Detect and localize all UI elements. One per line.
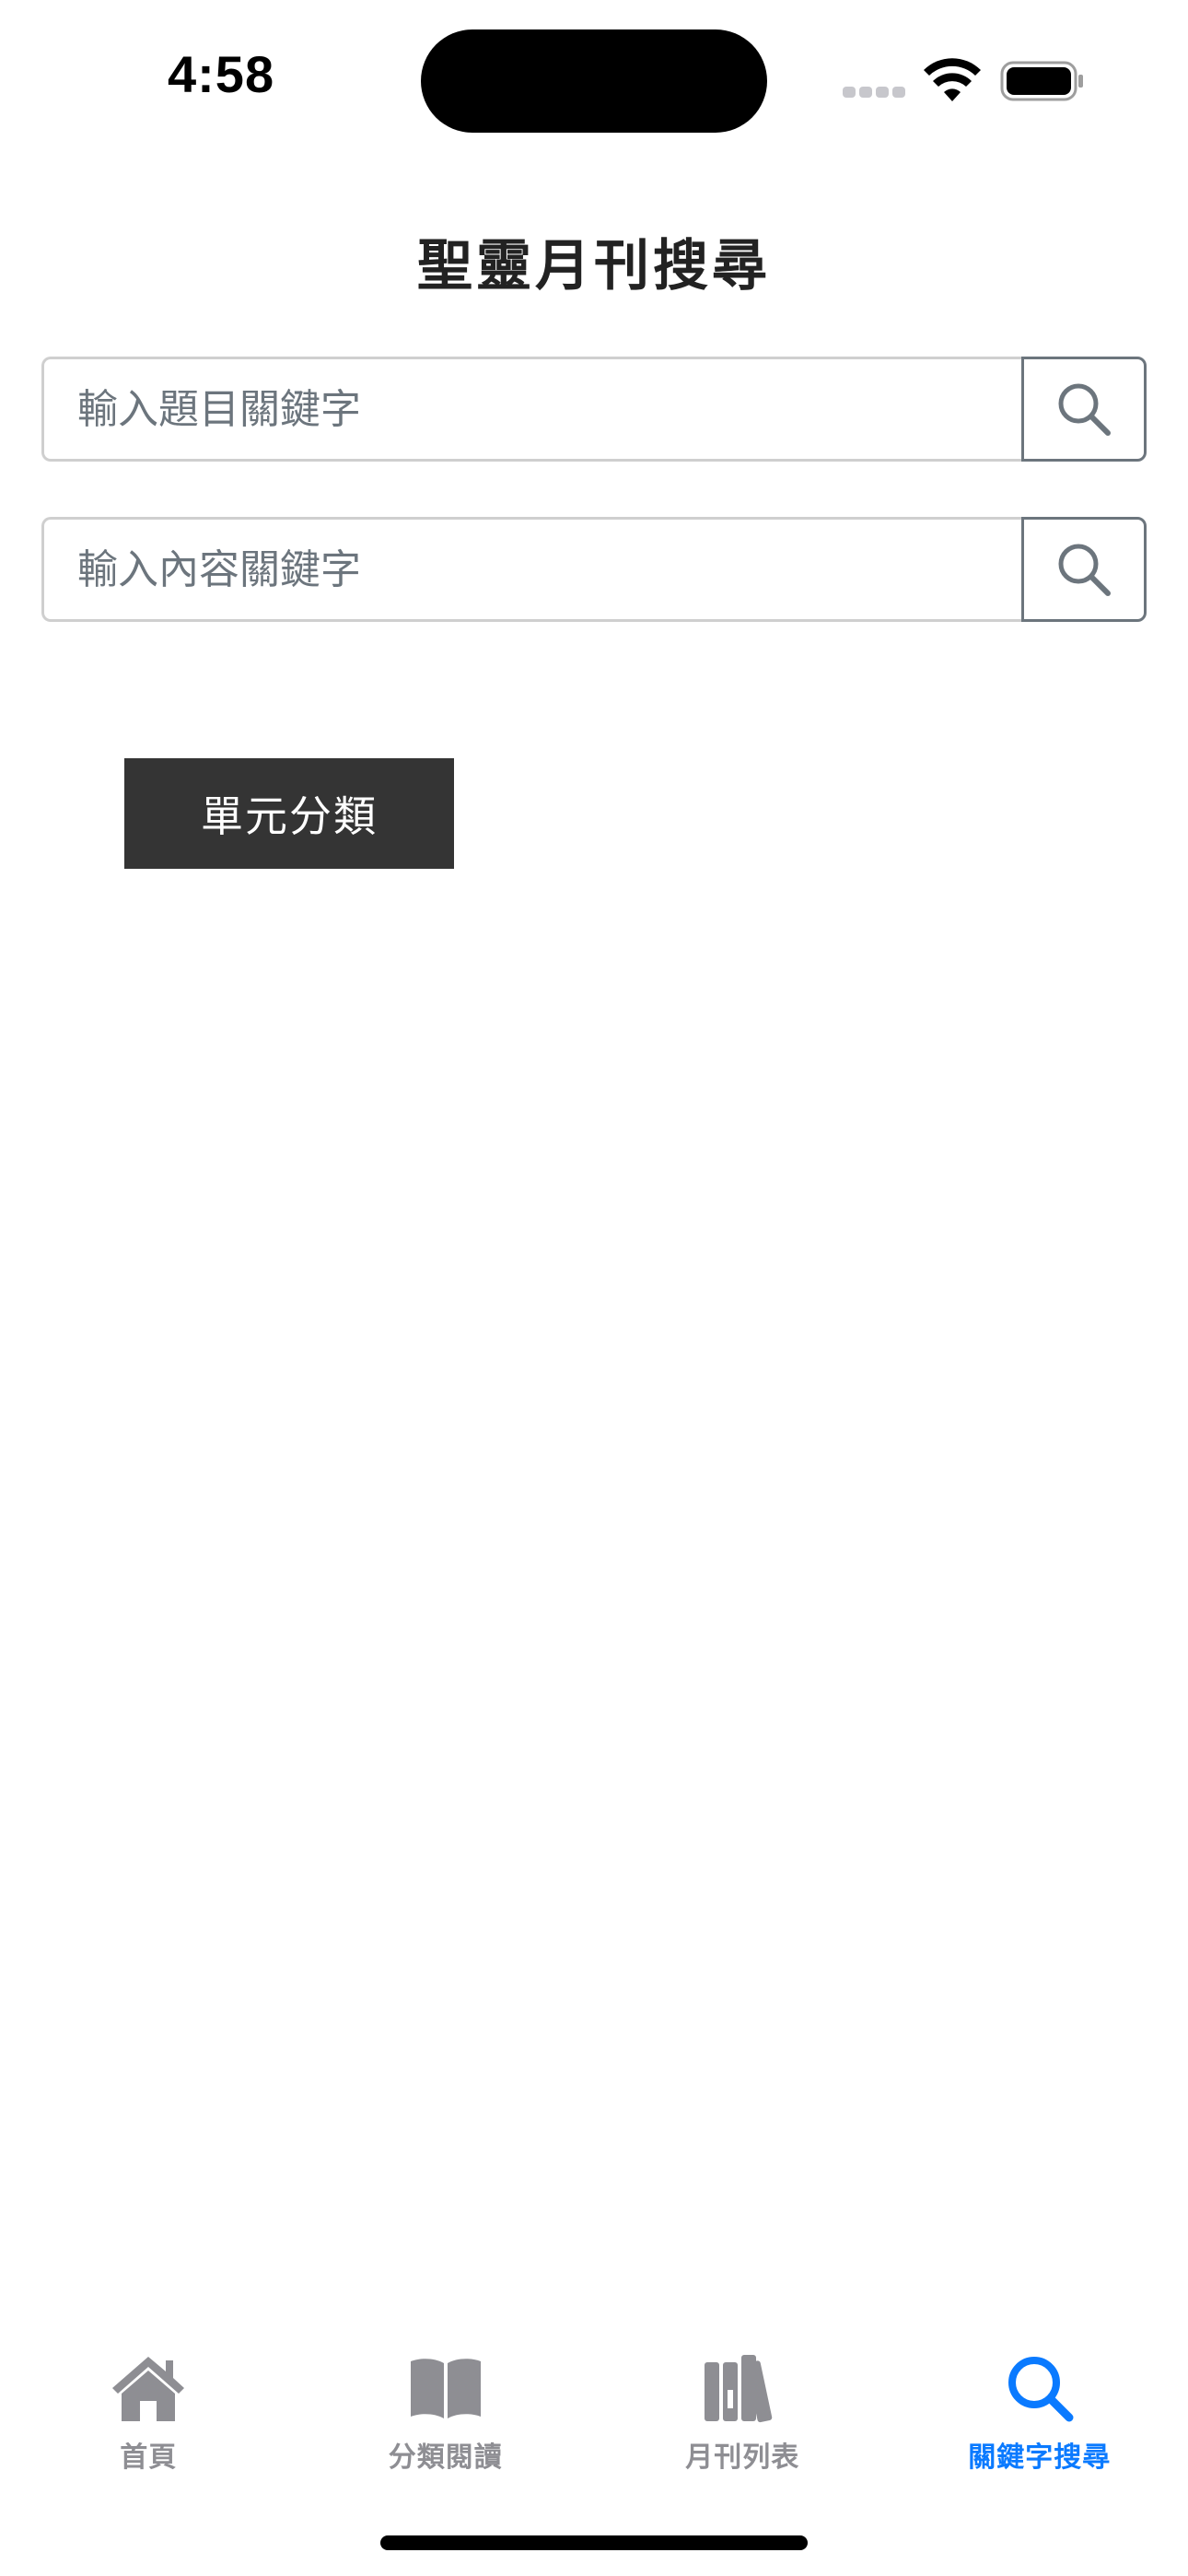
title-search-button[interactable] xyxy=(1021,357,1147,462)
content-keyword-input[interactable] xyxy=(41,517,1021,622)
battery-icon xyxy=(1000,61,1083,101)
search-icon xyxy=(1007,2357,1074,2422)
tab-magazine-list[interactable]: 月刊列表 xyxy=(594,2340,891,2488)
books-icon xyxy=(705,2355,773,2423)
status-time: 4:58 xyxy=(168,45,275,103)
tab-label: 分類閱讀 xyxy=(388,2441,503,2474)
home-indicator[interactable] xyxy=(380,2535,808,2550)
page-title: 聖靈月刊搜尋 xyxy=(417,234,771,299)
search-icon xyxy=(1058,544,1111,596)
tab-label: 首頁 xyxy=(120,2441,178,2474)
content-search-button[interactable] xyxy=(1021,517,1147,622)
title-keyword-input[interactable] xyxy=(41,357,1021,462)
wifi-icon xyxy=(924,58,981,101)
tab-home[interactable]: 首頁 xyxy=(0,2340,297,2488)
search-icon xyxy=(1058,383,1111,436)
title-search-row xyxy=(41,357,1147,462)
tab-category-reading[interactable]: 分類閱讀 xyxy=(297,2340,595,2488)
open-book-icon xyxy=(410,2359,481,2418)
tab-keyword-search[interactable]: 關鍵字搜尋 xyxy=(891,2340,1188,2488)
content-search-row xyxy=(41,517,1147,622)
status-bar: 4:58 xyxy=(0,0,1188,157)
tab-label: 關鍵字搜尋 xyxy=(968,2441,1112,2474)
tab-label: 月刊列表 xyxy=(685,2441,800,2474)
category-button[interactable]: 單元分類 xyxy=(124,758,454,869)
home-icon xyxy=(112,2357,185,2421)
cellular-signal-icon xyxy=(843,87,907,100)
dynamic-island xyxy=(421,29,767,133)
tab-bar: 首頁 分類閱讀 月刊列表 關鍵字搜尋 xyxy=(0,2340,1188,2488)
